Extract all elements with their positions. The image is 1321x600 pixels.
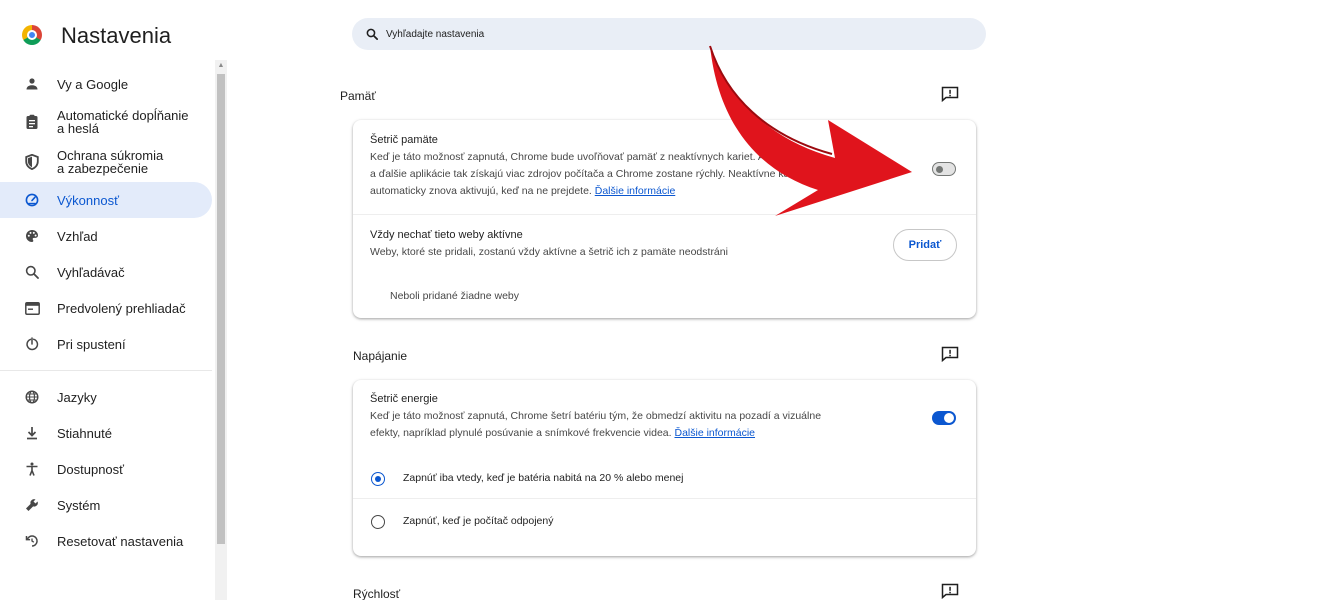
search-icon [366, 27, 380, 41]
sidebar-item-search-engine[interactable]: Vyhľadávač [0, 254, 212, 290]
chrome-logo-icon [22, 25, 42, 45]
shield-icon [22, 152, 42, 172]
scrollbar-thumb[interactable] [217, 74, 225, 544]
radio-battery-20[interactable] [371, 472, 385, 486]
sidebar-item-label: Vy a Google [57, 76, 129, 92]
energy-saver-row: Šetrič energie Keď je táto možnosť zapnu… [370, 391, 821, 442]
memory-saver-desc-3: automaticky znova aktivujú, keď na ne pr… [370, 185, 592, 197]
annotation-arrow-icon [709, 45, 912, 216]
energy-saver-toggle[interactable] [932, 411, 956, 425]
globe-icon [22, 387, 42, 407]
sidebar-item-label: Dostupnosť [57, 461, 125, 477]
sidebar-item-reset[interactable]: Resetovať nastavenia [0, 523, 212, 559]
clipboard-icon [22, 112, 42, 132]
palette-icon [22, 226, 42, 246]
feedback-icon[interactable] [941, 346, 959, 362]
download-icon [22, 423, 42, 443]
sidebar-item-label: Vzhľad [57, 228, 98, 244]
sidebar-item-languages[interactable]: Jazyky [0, 379, 212, 415]
section-title-speed: Rýchlosť [353, 587, 401, 600]
sidebar-divider [0, 370, 212, 371]
sidebar-item-privacy[interactable]: Ochrana súkromia a zabezpečenie [0, 142, 212, 182]
sidebar-item-label: Predvolený prehliadač [57, 300, 186, 316]
sidebar-item-label: Pri spustení [57, 336, 126, 352]
power-icon [22, 334, 42, 354]
power-card: Šetrič energie Keď je táto možnosť zapnu… [353, 380, 976, 556]
sidebar-item-on-startup[interactable]: Pri spustení [0, 326, 212, 362]
always-active-row: Vždy nechať tieto weby aktívne Weby, kto… [370, 227, 728, 261]
sidebar-item-you-and-google[interactable]: Vy a Google [0, 66, 212, 102]
toggle-knob [936, 165, 943, 173]
accessibility-icon [22, 459, 42, 479]
sidebar-item-label: Resetovať nastavenia [57, 533, 184, 549]
radio-battery-20-label: Zapnúť iba vtedy, keď je batéria nabitá … [403, 472, 684, 484]
sidebar-item-performance[interactable]: Výkonnosť [0, 182, 212, 218]
sidebar-item-accessibility[interactable]: Dostupnosť [0, 451, 212, 487]
wrench-icon [22, 495, 42, 515]
sidebar-item-appearance[interactable]: Vzhľad [0, 218, 212, 254]
memory-saver-toggle[interactable] [932, 162, 956, 176]
sidebar-item-label: Stiahnuté [57, 425, 112, 441]
sidebar-item-label: Systém [57, 497, 101, 513]
energy-saver-desc-1: Keď je táto možnosť zapnutá, Chrome šetr… [370, 410, 822, 422]
always-active-title: Vždy nechať tieto weby aktívne [370, 229, 523, 241]
scroll-up-arrow-icon[interactable]: ▲ [215, 62, 227, 72]
feedback-icon[interactable] [941, 583, 959, 599]
search-input[interactable]: Vyhľadajte nastavenia [386, 29, 484, 40]
section-title-power: Napájanie [353, 349, 408, 363]
radio-unplugged[interactable] [371, 515, 385, 529]
feedback-icon[interactable] [941, 86, 959, 102]
section-title-memory: Pamäť [340, 89, 376, 103]
energy-saver-title: Šetrič energie [370, 393, 438, 405]
sidebar-nav: Vy a Google Automatické dopĺňanie a hesl… [0, 66, 212, 559]
card-divider [353, 498, 976, 499]
power-learn-more-link[interactable]: Ďalšie informácie [674, 427, 755, 439]
sidebar-scrollbar[interactable]: ▲ [215, 60, 227, 600]
sidebar-item-label: Výkonnosť [57, 192, 119, 208]
toggle-knob [944, 413, 954, 423]
page-title: Nastavenia [61, 23, 172, 48]
browser-icon [22, 298, 42, 318]
sidebar-item-label: Jazyky [57, 389, 97, 405]
radio-unplugged-label: Zapnúť, keď je počítač odpojený [403, 515, 554, 527]
search-icon [22, 262, 42, 282]
speedometer-icon [22, 190, 42, 210]
add-site-button[interactable]: Pridať [893, 229, 957, 261]
memory-learn-more-link[interactable]: Ďalšie informácie [595, 185, 676, 197]
always-active-desc: Weby, ktoré ste pridali, zostanú vždy ak… [370, 246, 728, 258]
person-icon [22, 74, 42, 94]
sidebar-item-label: Automatické dopĺňanie a heslá [57, 108, 189, 136]
sidebar-item-autofill[interactable]: Automatické dopĺňanie a heslá [0, 102, 212, 142]
sidebar-item-system[interactable]: Systém [0, 487, 212, 523]
sidebar-item-label: Vyhľadávač [57, 264, 125, 280]
reset-icon [22, 531, 42, 551]
sidebar-item-label: Ochrana súkromia a zabezpečenie [57, 148, 164, 176]
sidebar-item-downloads[interactable]: Stiahnuté [0, 415, 212, 451]
no-sites-added-text: Neboli pridané žiadne weby [390, 290, 519, 302]
sidebar-item-default-browser[interactable]: Predvolený prehliadač [0, 290, 212, 326]
energy-saver-desc-2: efekty, napríklad plynulé posúvanie a sn… [370, 427, 672, 439]
